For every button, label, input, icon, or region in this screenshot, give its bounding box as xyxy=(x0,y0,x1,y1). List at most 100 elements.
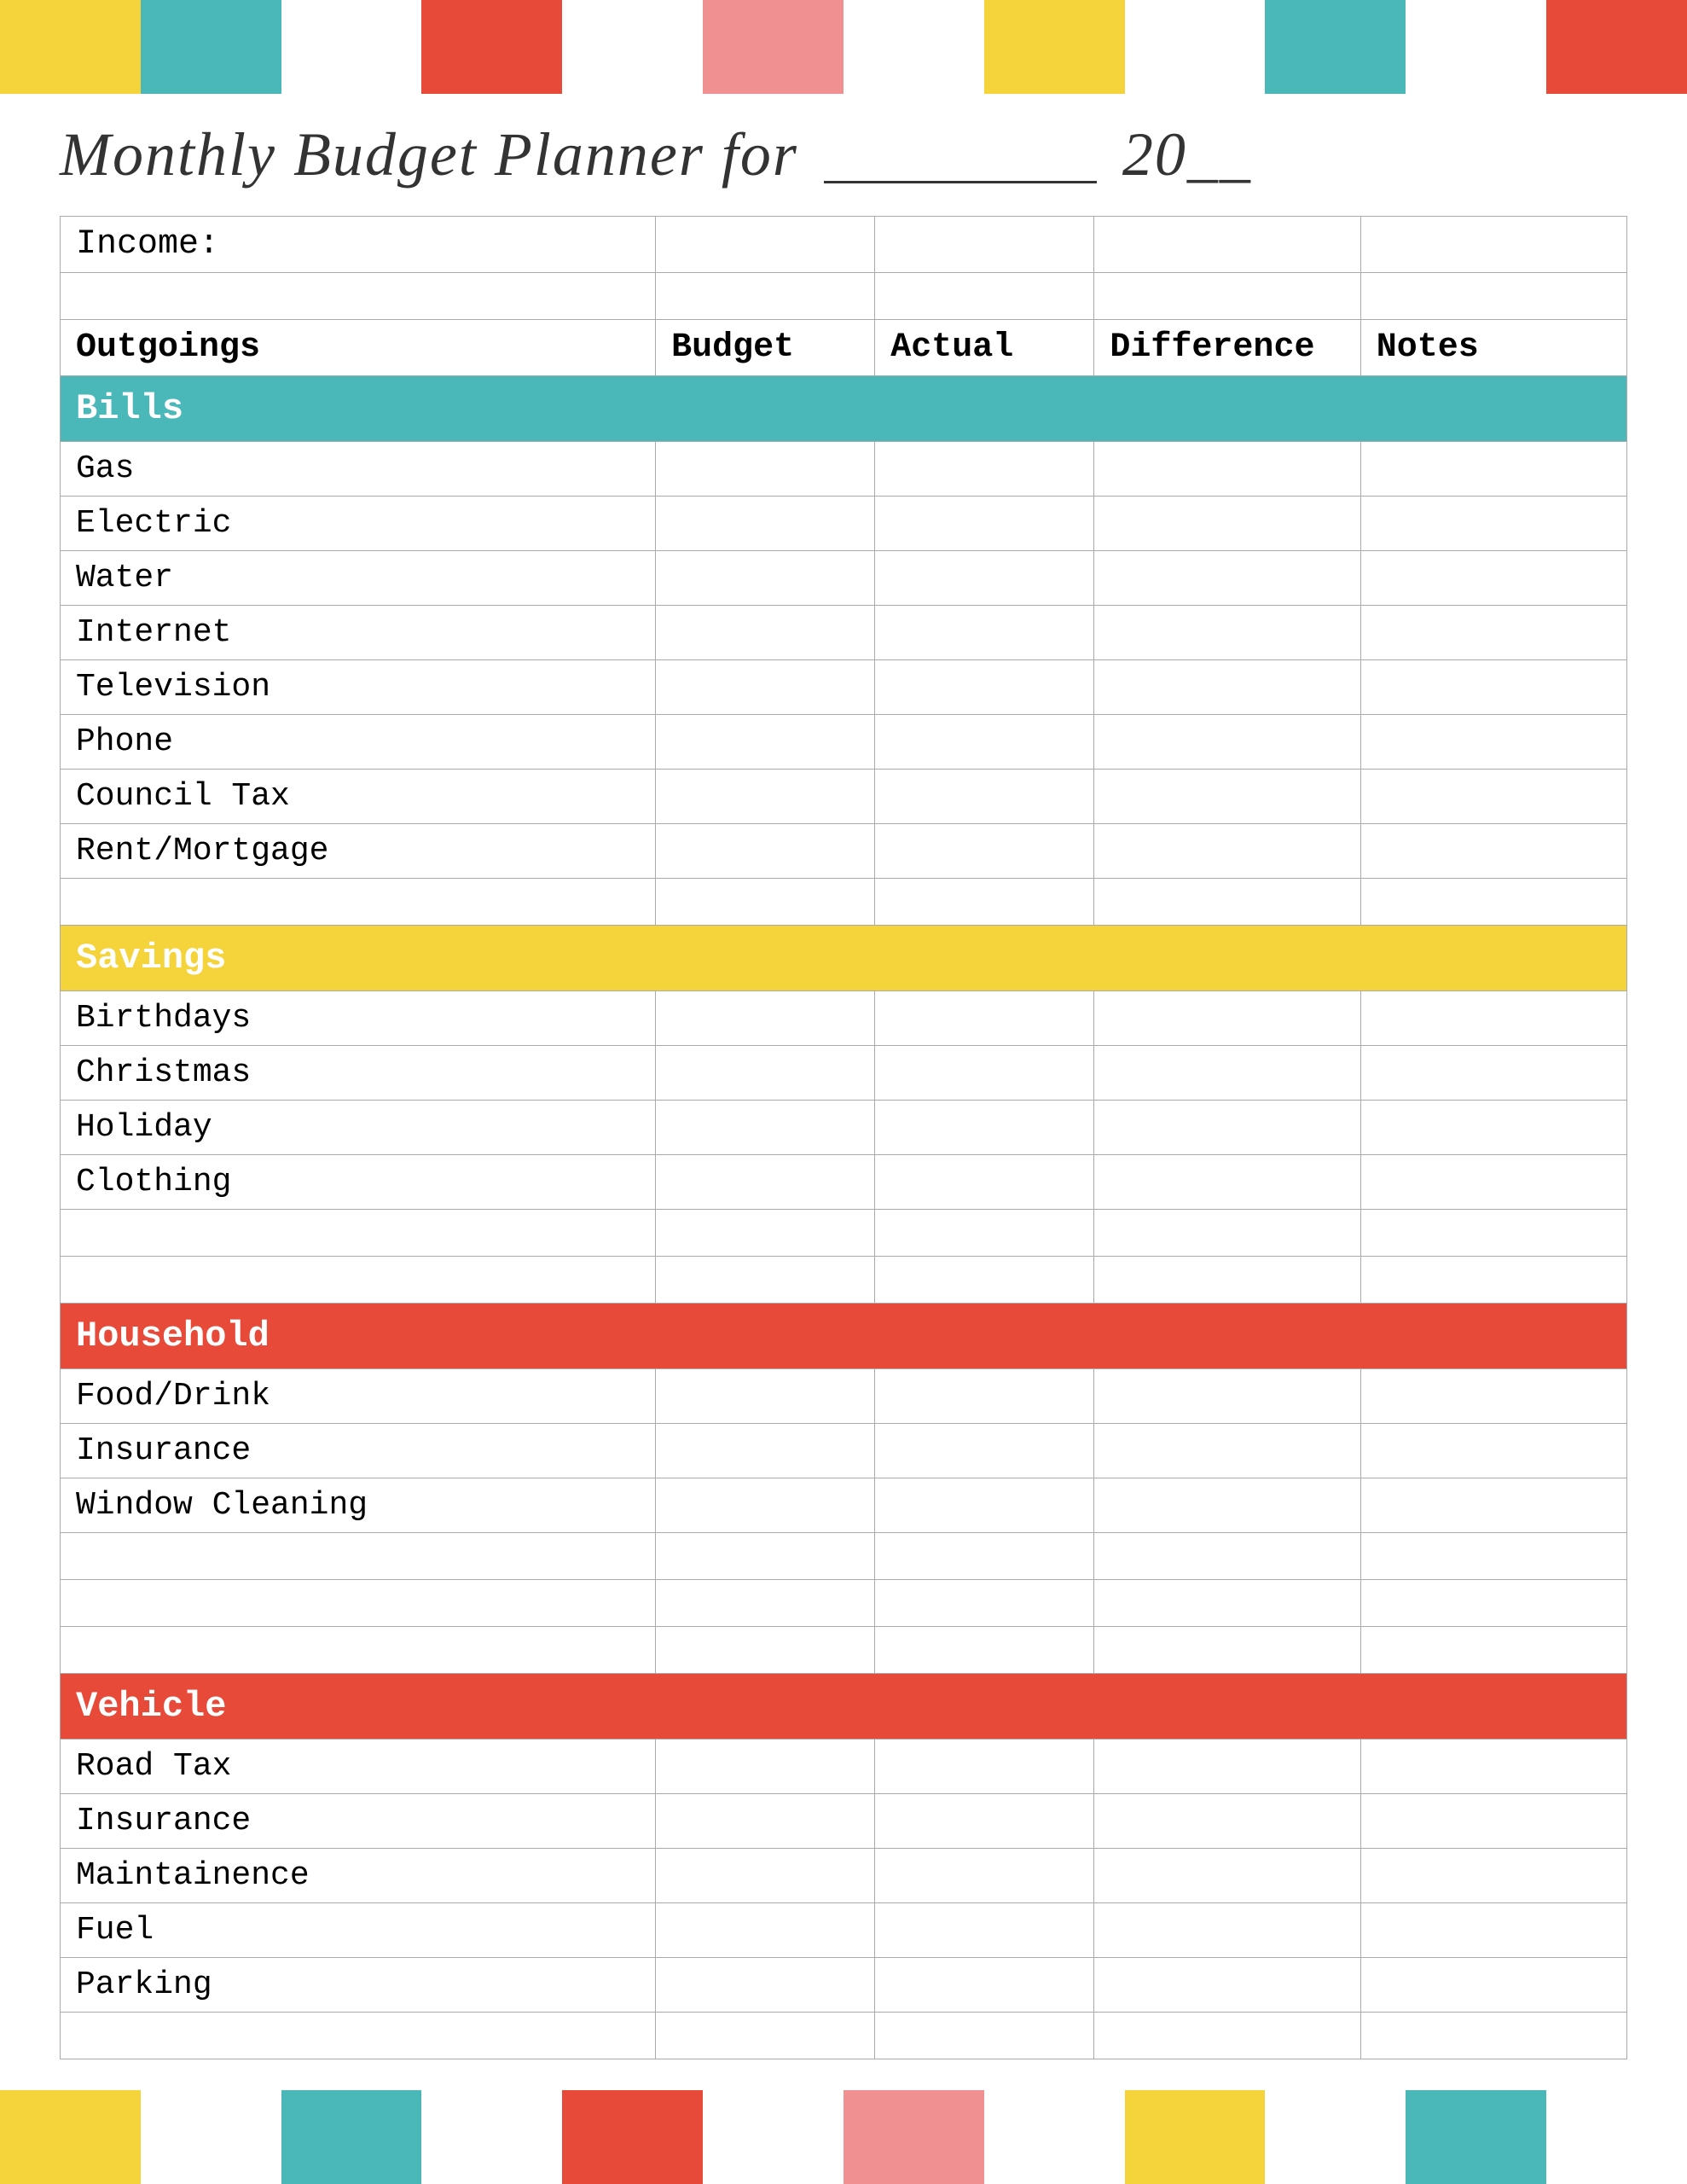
top-bar-3 xyxy=(281,0,422,94)
label-maintainence: Maintainence xyxy=(61,1849,656,1903)
bottom-bar-1 xyxy=(0,2090,141,2184)
color-bar-top xyxy=(0,0,1687,94)
diff-electric xyxy=(1094,497,1360,551)
top-bar-10 xyxy=(1265,0,1406,94)
actual-gas xyxy=(875,442,1094,497)
row-insurance-vehicle: Insurance xyxy=(61,1794,1627,1849)
spacer-savings-2 xyxy=(61,1257,1627,1304)
label-clothing: Clothing xyxy=(61,1155,656,1210)
diff-rent-mortgage xyxy=(1094,824,1360,879)
actual-holiday xyxy=(875,1101,1094,1155)
label-food-drink: Food/Drink xyxy=(61,1369,656,1424)
label-electric: Electric xyxy=(61,497,656,551)
budget-gas xyxy=(656,442,875,497)
row-window-cleaning: Window Cleaning xyxy=(61,1478,1627,1533)
col-header-actual: Actual xyxy=(875,320,1094,376)
top-bar-5 xyxy=(562,0,703,94)
row-water: Water xyxy=(61,551,1627,606)
actual-internet xyxy=(875,606,1094,660)
actual-water xyxy=(875,551,1094,606)
diff-television xyxy=(1094,660,1360,715)
label-parking: Parking xyxy=(61,1958,656,2013)
top-bar-11 xyxy=(1406,0,1546,94)
label-insurance-vehicle: Insurance xyxy=(61,1794,656,1849)
top-bar-12 xyxy=(1546,0,1687,94)
budget-insurance-household xyxy=(656,1424,875,1478)
budget-rent-mortgage xyxy=(656,824,875,879)
col-header-notes: Notes xyxy=(1360,320,1626,376)
spacer-vehicle-1 xyxy=(61,2013,1627,2059)
budget-table: Income: Outgoings Budget Actual Differen… xyxy=(60,216,1627,2059)
income-label: Income: xyxy=(61,217,656,273)
budget-electric xyxy=(656,497,875,551)
notes-birthdays xyxy=(1360,991,1626,1046)
top-bar-8 xyxy=(984,0,1125,94)
row-electric: Electric xyxy=(61,497,1627,551)
notes-insurance-vehicle xyxy=(1360,1794,1626,1849)
budget-christmas xyxy=(656,1046,875,1101)
col-header-difference: Difference xyxy=(1094,320,1360,376)
diff-insurance-vehicle xyxy=(1094,1794,1360,1849)
row-insurance-household: Insurance xyxy=(61,1424,1627,1478)
bottom-bar-9 xyxy=(1125,2090,1266,2184)
diff-internet xyxy=(1094,606,1360,660)
diff-food-drink xyxy=(1094,1369,1360,1424)
budget-phone xyxy=(656,715,875,770)
title-year-blank: __ xyxy=(1187,120,1252,189)
budget-road-tax xyxy=(656,1740,875,1794)
notes-road-tax xyxy=(1360,1740,1626,1794)
diff-council-tax xyxy=(1094,770,1360,824)
section-label-savings: Savings xyxy=(61,926,1627,991)
top-bar-4 xyxy=(421,0,562,94)
label-water: Water xyxy=(61,551,656,606)
bottom-bar-12 xyxy=(1546,2090,1687,2184)
row-holiday: Holiday xyxy=(61,1101,1627,1155)
row-council-tax: Council Tax xyxy=(61,770,1627,824)
diff-insurance-household xyxy=(1094,1424,1360,1478)
section-label-bills: Bills xyxy=(61,376,1627,442)
notes-clothing xyxy=(1360,1155,1626,1210)
notes-internet xyxy=(1360,606,1626,660)
budget-internet xyxy=(656,606,875,660)
row-rent-mortgage: Rent/Mortgage xyxy=(61,824,1627,879)
actual-road-tax xyxy=(875,1740,1094,1794)
notes-water xyxy=(1360,551,1626,606)
actual-christmas xyxy=(875,1046,1094,1101)
row-clothing: Clothing xyxy=(61,1155,1627,1210)
diff-phone xyxy=(1094,715,1360,770)
main-content: Income: Outgoings Budget Actual Differen… xyxy=(0,207,1687,2090)
title-year-prefix: 20 xyxy=(1122,120,1187,189)
notes-christmas xyxy=(1360,1046,1626,1101)
notes-television xyxy=(1360,660,1626,715)
budget-water xyxy=(656,551,875,606)
top-bar-6 xyxy=(703,0,844,94)
blank-row-1 xyxy=(61,273,1627,320)
actual-maintainence xyxy=(875,1849,1094,1903)
diff-window-cleaning xyxy=(1094,1478,1360,1533)
top-bar-9 xyxy=(1125,0,1266,94)
section-header-savings: Savings xyxy=(61,926,1627,991)
actual-insurance-household xyxy=(875,1424,1094,1478)
income-actual xyxy=(875,217,1094,273)
actual-birthdays xyxy=(875,991,1094,1046)
actual-fuel xyxy=(875,1903,1094,1958)
title-underline xyxy=(824,181,1097,183)
notes-gas xyxy=(1360,442,1626,497)
notes-phone xyxy=(1360,715,1626,770)
budget-parking xyxy=(656,1958,875,2013)
row-phone: Phone xyxy=(61,715,1627,770)
top-bar-1 xyxy=(0,0,141,94)
actual-phone xyxy=(875,715,1094,770)
budget-window-cleaning xyxy=(656,1478,875,1533)
budget-clothing xyxy=(656,1155,875,1210)
diff-road-tax xyxy=(1094,1740,1360,1794)
actual-rent-mortgage xyxy=(875,824,1094,879)
bottom-bar-4 xyxy=(421,2090,562,2184)
section-label-vehicle: Vehicle xyxy=(61,1674,1627,1740)
title-area: Monthly Budget Planner for 20__ xyxy=(0,94,1687,207)
notes-food-drink xyxy=(1360,1369,1626,1424)
col-header-budget: Budget xyxy=(656,320,875,376)
bottom-bar-2 xyxy=(141,2090,281,2184)
income-row: Income: xyxy=(61,217,1627,273)
row-fuel: Fuel xyxy=(61,1903,1627,1958)
